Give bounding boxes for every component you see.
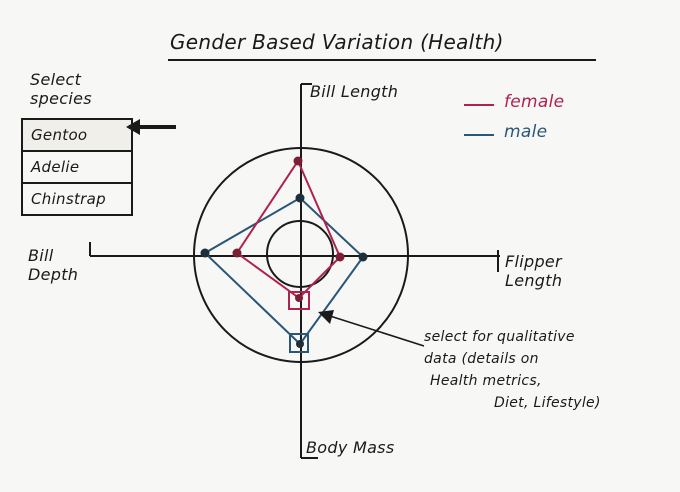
- selected-species-arrow-icon: [126, 119, 176, 135]
- female-point-bill-length[interactable]: [293, 156, 303, 166]
- male-point-bill-depth[interactable]: [200, 248, 210, 258]
- radar-diagram: [89, 83, 500, 459]
- female-point-body-mass[interactable]: [295, 294, 303, 302]
- male-point-bill-length[interactable]: [295, 193, 305, 203]
- sketch-page: Gender Based Variation (Health) Select s…: [0, 0, 680, 492]
- annotation-arrow-icon: [318, 310, 425, 347]
- female-point-flipper-length[interactable]: [335, 252, 345, 262]
- male-point-flipper-length[interactable]: [358, 252, 368, 262]
- male-polygon: [203, 196, 365, 346]
- female-point-bill-depth[interactable]: [232, 248, 242, 258]
- male-point-body-mass[interactable]: [296, 340, 304, 348]
